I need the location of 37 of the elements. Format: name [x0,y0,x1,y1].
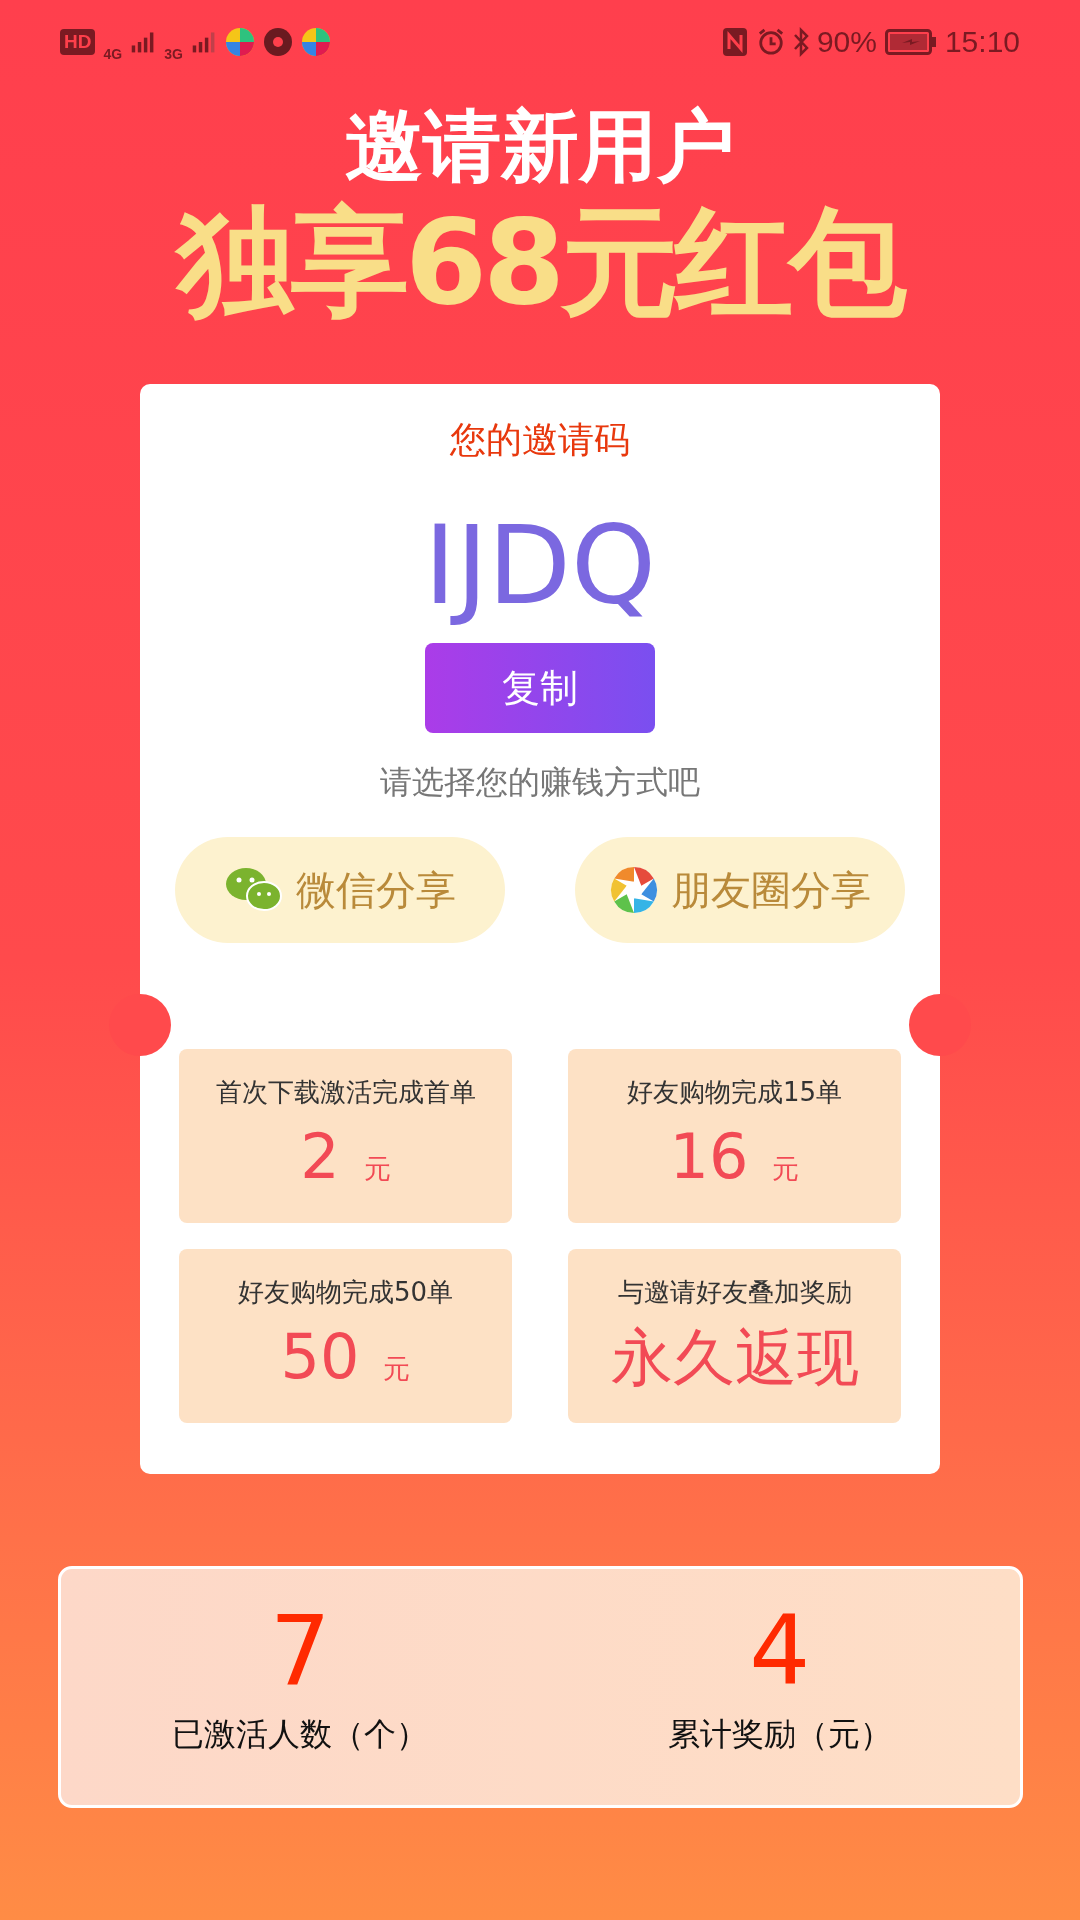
clock-time: 15:10 [944,25,1020,59]
invite-code: IJDQ [424,506,656,626]
reward-unit: 元 [383,1352,411,1387]
alarm-icon [756,27,785,57]
aperture-icon [609,865,659,916]
copy-button[interactable]: 复制 [425,643,655,734]
nfc-icon [720,27,749,57]
battery-icon [884,29,937,55]
reward-text: 永久返现 [610,1324,859,1393]
headline: 邀请新用户 [345,104,735,190]
reward-label: 好友购物完成15单 [626,1076,843,1110]
network-label: 4G [103,46,123,62]
reward-label: 好友购物完成50单 [237,1276,454,1310]
stat-value: 7 [269,1602,331,1699]
app-icon [262,27,293,57]
reward-amount: 50 [280,1326,360,1389]
bluetooth-icon [792,27,809,57]
stat-label: 累计奖励（元） [667,1713,892,1755]
share-button[interactable]: 朋友圈分享 [575,837,905,944]
reward-unit: 元 [772,1152,800,1187]
reward-amount: 16 [669,1126,749,1189]
reward-unit: 元 [363,1152,391,1187]
reward-label: 首次下载激活完成首单 [215,1076,476,1110]
reward-amount: 2 [300,1126,340,1189]
app-icon [300,27,331,57]
stat-label: 已激活人数（个） [172,1713,429,1755]
reward-label: 与邀请好友叠加奖励 [617,1276,852,1310]
subheadline: 独享68元红包 [176,197,904,328]
share-button[interactable]: 微信分享 [175,837,505,944]
battery-percent: 90% [816,25,877,59]
hd-badge: HD [60,29,96,55]
stat-value: 4 [749,1602,811,1699]
app-icon [224,27,255,57]
network-label: 3G [164,46,183,62]
signal-icon [190,31,217,53]
card-title: 您的邀请码 [450,417,630,462]
prompt-text: 请选择您的赚钱方式吧 [380,762,700,804]
